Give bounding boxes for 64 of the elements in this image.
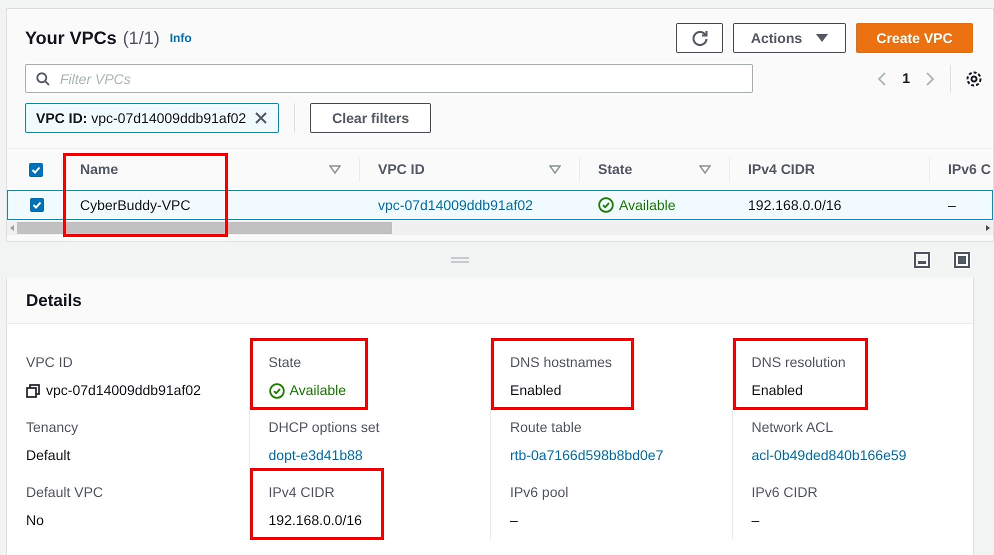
table-cell-text: – — [948, 196, 956, 214]
field-value-link[interactable]: acl-0b49ded840b166e59 — [752, 445, 906, 466]
field-value: Default — [26, 446, 72, 465]
item-count: (1/1) — [122, 26, 160, 50]
info-link[interactable]: Info — [170, 29, 192, 47]
panel-layout-icon[interactable] — [954, 252, 970, 268]
table-cell-text: CyberBuddy-VPC — [80, 196, 190, 215]
settings-icon[interactable] — [965, 70, 983, 88]
field-label: DHCP options set — [268, 418, 380, 437]
caret-icon — [816, 33, 828, 43]
field-value: – — [510, 511, 519, 530]
sort-icon[interactable] — [329, 164, 341, 174]
column-header[interactable]: IPv6 C — [948, 159, 991, 180]
check-circle-icon — [268, 382, 284, 398]
panel-layout-icon[interactable] — [914, 252, 930, 268]
search-field[interactable]: Filter VPCs — [25, 64, 753, 93]
column-header[interactable]: VPC ID — [378, 159, 425, 180]
field-label: Route table — [510, 418, 583, 437]
column-header[interactable]: State — [598, 159, 632, 180]
table-cell-link[interactable]: vpc-07d14009ddb91af02 — [378, 194, 533, 216]
scrollbar-thumb[interactable] — [17, 222, 392, 234]
field-value: 192.168.0.0/16 — [268, 511, 362, 530]
field-value-link[interactable]: dopt-e3d41b88 — [268, 445, 380, 466]
field-label: IPv4 CIDR — [268, 483, 336, 502]
close-icon[interactable] — [254, 111, 268, 125]
search-icon — [36, 72, 50, 86]
status-text: Available — [290, 381, 346, 400]
field-label: IPv6 CIDR — [752, 483, 818, 502]
checkbox[interactable] — [29, 162, 43, 176]
copy-icon[interactable] — [26, 384, 40, 398]
actions-button[interactable]: Actions — [733, 23, 846, 53]
field-label: DNS resolution — [752, 353, 846, 372]
field-label: IPv6 pool — [510, 483, 568, 502]
column-header[interactable]: Name — [80, 159, 118, 180]
field-label: Tenancy — [26, 418, 78, 437]
field-label: Default VPC — [26, 483, 104, 502]
resize-handle-icon[interactable] — [451, 257, 469, 263]
table-cell-text: 192.168.0.0/16 — [748, 196, 842, 214]
refresh-icon — [690, 29, 708, 47]
field-value: Enabled — [752, 381, 804, 400]
field-value: vpc-07d14009ddb91af02 — [46, 381, 201, 400]
clear-filters-button[interactable]: Clear filters — [310, 103, 432, 133]
field-label: VPC ID — [26, 353, 74, 372]
column-header[interactable]: IPv4 CIDR — [748, 159, 815, 180]
field-value: Enabled — [510, 381, 562, 400]
filter-token-text: VPC ID: vpc-07d14009ddb91af02 — [36, 108, 246, 128]
sort-icon[interactable] — [549, 164, 561, 174]
field-value: No — [26, 511, 45, 530]
field-value-link[interactable]: rtb-0a7166d598b8bd0e7 — [510, 445, 664, 466]
field-label: Network ACL — [752, 418, 834, 437]
sort-icon[interactable] — [699, 164, 711, 174]
field-label: State — [268, 353, 302, 372]
refresh-button[interactable] — [676, 23, 723, 53]
checkbox[interactable] — [30, 198, 44, 212]
horizontal-scrollbar[interactable] — [7, 221, 993, 235]
field-value: – — [752, 511, 760, 530]
check-circle-icon — [598, 197, 614, 213]
panel-title: Your VPCs — [25, 26, 117, 50]
page-number[interactable]: 1 — [902, 68, 910, 89]
status-text: Available — [619, 196, 676, 214]
details-title: Details — [26, 290, 82, 312]
filter-token[interactable]: VPC ID: vpc-07d14009ddb91af02 — [25, 103, 280, 133]
table-row[interactable]: CyberBuddy-VPC vpc-07d14009ddb91af02 Available 192.168.0.0/16 – — [7, 190, 993, 220]
field-label: DNS hostnames — [510, 353, 612, 372]
